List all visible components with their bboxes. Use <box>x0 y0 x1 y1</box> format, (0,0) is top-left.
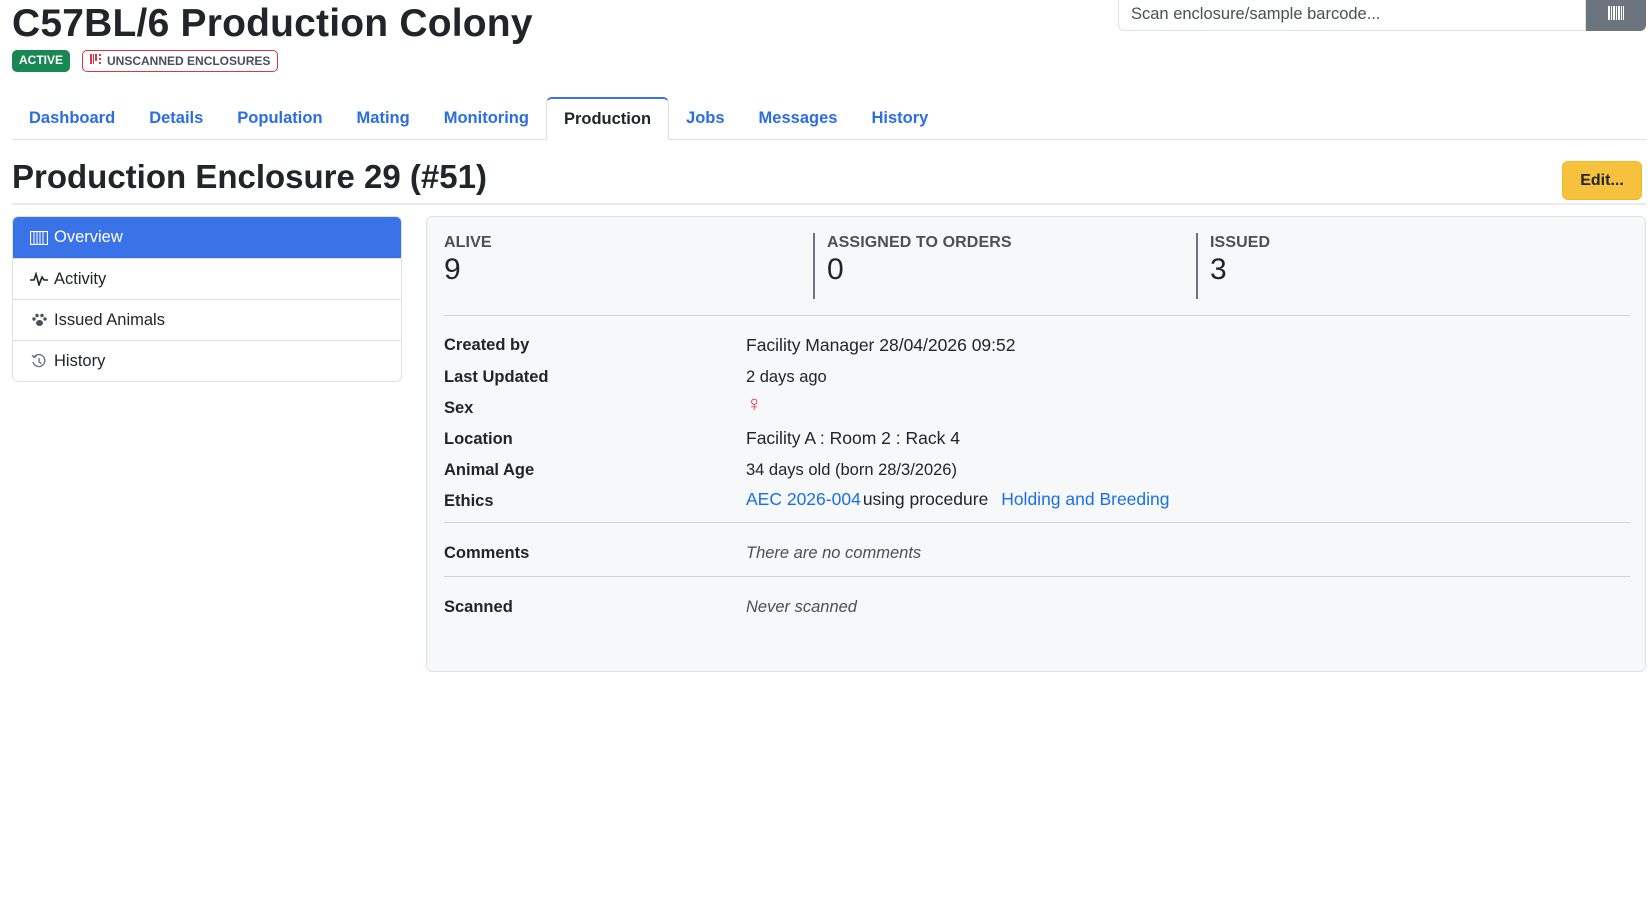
stat-issued-label: ISSUED <box>1210 234 1271 251</box>
stat-divider <box>1196 233 1198 299</box>
history-icon <box>30 352 48 370</box>
comments-divider <box>444 576 1630 577</box>
location-label: Location <box>444 430 513 448</box>
paw-icon <box>30 311 48 329</box>
tab-jobs[interactable]: Jobs <box>669 97 742 140</box>
tab-dashboard[interactable]: Dashboard <box>12 97 132 140</box>
tab-mating[interactable]: Mating <box>340 97 427 140</box>
sex-label: Sex <box>444 399 474 417</box>
colony-title: C57BL/6 Production Colony <box>12 2 533 45</box>
stat-divider <box>813 233 815 299</box>
stat-alive-value: 9 <box>444 253 461 286</box>
tab-messages[interactable]: Messages <box>742 97 855 140</box>
stats-divider <box>444 315 1630 316</box>
enclosure-icon <box>30 229 48 247</box>
last-updated-value: 2 days ago <box>746 368 827 386</box>
location-value: Facility A : Room 2 : Rack 4 <box>746 428 960 448</box>
sidebar-item-label: Overview <box>54 228 123 246</box>
sidebar-item-label: Activity <box>54 269 107 288</box>
animal-age-value: 34 days old (born 28/3/2026) <box>746 461 957 479</box>
ethics-code-link[interactable]: AEC 2026-004 <box>746 489 861 509</box>
tab-production[interactable]: Production <box>545 97 670 141</box>
activity-icon <box>30 270 48 288</box>
animal-age-label: Animal Age <box>444 461 535 479</box>
status-badge: ACTIVE <box>12 50 71 72</box>
enclosure-side-nav: Overview Activity Issued Animals History <box>12 216 402 382</box>
created-by-label: Created by <box>444 336 530 354</box>
sidebar-item-issued-animals[interactable]: Issued Animals <box>13 299 401 340</box>
tab-monitoring[interactable]: Monitoring <box>427 97 546 140</box>
page-title: Production Enclosure 29 (#51) <box>12 158 487 195</box>
stat-assigned-label: ASSIGNED TO ORDERS <box>827 234 1012 251</box>
sidebar-item-history[interactable]: History <box>13 340 401 381</box>
sidebar-item-label: Issued Animals <box>54 310 165 329</box>
title-divider <box>12 203 1646 205</box>
sidebar-item-overview[interactable]: Overview <box>13 217 401 258</box>
comments-label: Comments <box>444 544 530 562</box>
details-divider <box>444 522 1630 523</box>
ethics-value: AEC 2026-004 using procedure Holding and … <box>746 489 1170 510</box>
stat-assigned-value: 0 <box>827 253 844 286</box>
stat-alive: ALIVE 9 <box>444 234 492 287</box>
procedure-link[interactable]: Holding and Breeding <box>1001 489 1169 509</box>
sidebar-item-activity[interactable]: Activity <box>13 258 401 299</box>
unscanned-barcode-icon <box>90 53 104 69</box>
unscanned-warning-badge[interactable]: UNSCANNED ENCLOSURES <box>82 50 279 72</box>
tab-history[interactable]: History <box>854 97 945 140</box>
created-by-value: Facility Manager 28/04/2026 09:52 <box>746 335 1016 355</box>
barcode-scan-group <box>1118 0 1646 32</box>
colony-badges: ACTIVE UNSCANNED ENCLOSURES <box>12 50 279 72</box>
barcode-scan-button[interactable] <box>1586 0 1646 31</box>
barcode-scan-input[interactable] <box>1118 0 1586 31</box>
female-sex-icon: ♀ <box>746 391 763 416</box>
scanned-value: Never scanned <box>746 598 857 616</box>
overview-panel: ALIVE 9 ASSIGNED TO ORDERS 0 ISSUED 3 Cr… <box>426 216 1646 672</box>
unscanned-warning-label: UNSCANNED ENCLOSURES <box>107 54 271 68</box>
colony-tabs: Dashboard Details Population Mating Moni… <box>12 97 1646 141</box>
comments-value: There are no comments <box>746 544 922 562</box>
ethics-using-text: using procedure <box>862 489 989 509</box>
stat-issued-value: 3 <box>1210 253 1227 286</box>
stat-alive-label: ALIVE <box>444 234 492 251</box>
ethics-label: Ethics <box>444 492 494 510</box>
stat-issued: ISSUED 3 <box>1210 234 1270 287</box>
last-updated-label: Last Updated <box>444 368 549 386</box>
sidebar-item-label: History <box>54 351 106 370</box>
stat-assigned: ASSIGNED TO ORDERS 0 <box>827 234 1012 287</box>
tab-details[interactable]: Details <box>132 97 220 140</box>
barcode-icon <box>1608 6 1624 23</box>
tab-population[interactable]: Population <box>220 97 339 140</box>
scanned-label: Scanned <box>444 598 513 616</box>
edit-button[interactable]: Edit... <box>1562 161 1642 200</box>
